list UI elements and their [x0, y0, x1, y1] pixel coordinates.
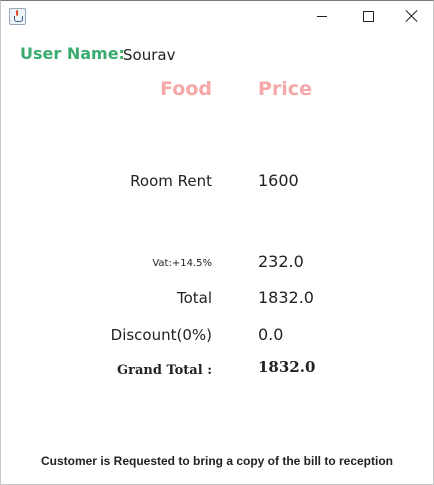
total-label: Total: [176, 289, 212, 307]
title-bar[interactable]: [1, 1, 433, 31]
user-name-value: Sourav: [123, 46, 176, 64]
user-name-label: User Name:: [20, 44, 125, 63]
room-rent-label: Room Rent: [130, 172, 212, 190]
java-cup-icon[interactable]: [9, 8, 26, 25]
footer-note: Customer is Requested to bring a copy of…: [40, 454, 394, 468]
total-value: 1832.0: [258, 288, 314, 307]
grand-total-label: Grand Total :: [117, 363, 212, 378]
discount-value: 0.0: [258, 325, 284, 344]
price-column-header: Price: [258, 78, 312, 100]
grand-total-value: 1832.0: [258, 358, 316, 376]
vat-value: 232.0: [258, 252, 304, 271]
discount-label: Discount(0%): [110, 326, 212, 344]
bill-window: [0, 0, 434, 485]
close-button[interactable]: [389, 1, 434, 31]
maximize-icon: [362, 10, 374, 22]
vat-label: Vat:+14.5%: [152, 258, 212, 269]
minimize-icon: [317, 15, 327, 17]
room-rent-value: 1600: [258, 171, 299, 190]
maximize-button[interactable]: [345, 1, 391, 31]
minimize-button[interactable]: [299, 1, 345, 31]
food-column-header: Food: [160, 78, 212, 100]
close-icon: [406, 10, 418, 22]
